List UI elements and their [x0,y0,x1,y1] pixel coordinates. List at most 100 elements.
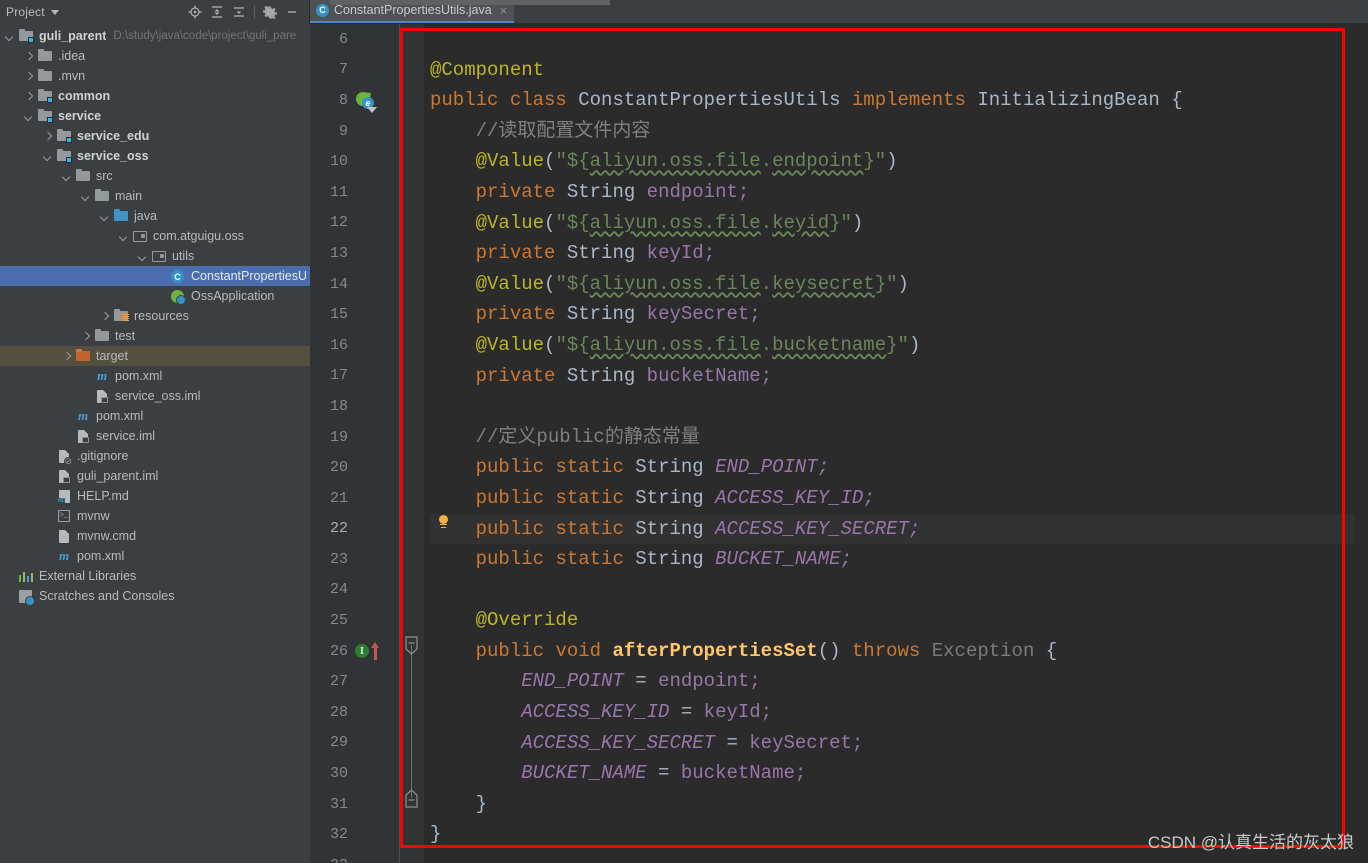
gutter-line-29[interactable]: 29 [310,728,399,759]
code-line-9[interactable]: //读取配置文件内容 [430,116,1355,147]
settings-gear-icon[interactable] [259,2,281,22]
gutter-line-22[interactable]: 22 [310,514,399,545]
gutter-line-30[interactable]: 30 [310,758,399,789]
code-line-29[interactable]: ACCESS_KEY_SECRET = keySecret; [430,728,1355,759]
tree-item-pom-xml[interactable]: m pom.xml [0,366,310,386]
gutter-line-12[interactable]: 12 [310,208,399,239]
tree-item-service-edu[interactable]: service_edu [0,126,310,146]
code-line-12[interactable]: @Value("${aliyun.oss.file.keyid}") [430,208,1355,239]
chevron-down-icon[interactable] [61,171,72,182]
editor-gutter[interactable]: 6 7 8 e 9 10 11 12 13 14 15 16 17 18 19 20 21 22 23 24 25 26 I… [310,24,400,863]
lightbulb-icon[interactable] [437,514,450,531]
code-line-14[interactable]: @Value("${aliyun.oss.file.keysecret}") [430,269,1355,300]
code-line-18[interactable] [430,391,1355,422]
tree-item-service-oss-iml[interactable]: service_oss.iml [0,386,310,406]
tree-item-utils[interactable]: utils [0,246,310,266]
collapse-all-icon[interactable] [228,2,250,22]
close-icon[interactable]: × [500,4,508,17]
tree-item-mvn[interactable]: .mvn [0,66,310,86]
gutter-line-8[interactable]: 8e [310,85,399,116]
tree-item-guli-parent-iml[interactable]: guli_parent.iml [0,466,310,486]
tree-item-target[interactable]: target [0,346,310,366]
code-line-8[interactable]: public class ConstantPropertiesUtils imp… [430,85,1355,116]
tree-item-com-atguigu-oss[interactable]: com.atguigu.oss [0,226,310,246]
gutter-line-27[interactable]: 27 [310,666,399,697]
gutter-line-9[interactable]: 9 [310,116,399,147]
code-folding-strip[interactable] [400,24,424,863]
chevron-down-icon[interactable] [42,151,53,162]
chevron-right-icon[interactable] [61,351,72,362]
tree-item-common[interactable]: common [0,86,310,106]
code-line-22[interactable]: public static String ACCESS_KEY_SECRET; [430,513,1355,545]
gutter-line-13[interactable]: 13 [310,238,399,269]
tree-item-external-libraries[interactable]: External Libraries [0,566,310,586]
gutter-line-20[interactable]: 20 [310,452,399,483]
code-line-25[interactable]: @Override [430,605,1355,636]
tree-item-mvnw[interactable]: >_ mvnw [0,506,310,526]
code-line-16[interactable]: @Value("${aliyun.oss.file.bucketname}") [430,330,1355,361]
gutter-line-26[interactable]: 26 I [310,636,399,667]
code-line-17[interactable]: private String bucketName; [430,361,1355,392]
tree-item-service-iml[interactable]: service.iml [0,426,310,446]
project-tree[interactable]: guli_parent D:\study\java\code\project\gu… [0,24,310,863]
code-line-26[interactable]: public void afterPropertiesSet() throws … [430,636,1355,667]
spring-bean-icon[interactable]: e [354,89,377,114]
gutter-line-32[interactable]: 32 [310,819,399,850]
implementing-method-icon[interactable]: I [354,640,379,662]
fold-collapse-method-icon[interactable] [403,636,420,656]
code-line-23[interactable]: public static String BUCKET_NAME; [430,544,1355,575]
code-line-31[interactable]: } [430,789,1355,820]
tree-item-constantpropertiesutils[interactable]: C ConstantPropertiesUtils [0,266,310,286]
tree-item-gitignore[interactable]: .gitignore [0,446,310,466]
tree-item-guli-parent[interactable]: guli_parent D:\study\java\code\project\gu… [0,26,310,46]
code-line-11[interactable]: private String endpoint; [430,177,1355,208]
gutter-line-15[interactable]: 15 [310,299,399,330]
gutter-line-19[interactable]: 19 [310,422,399,453]
tree-item-main[interactable]: main [0,186,310,206]
tool-window-title[interactable]: Project [6,5,45,19]
minimize-icon[interactable] [281,2,303,22]
code-line-28[interactable]: ACCESS_KEY_ID = keyId; [430,697,1355,728]
chevron-right-icon[interactable] [23,51,34,62]
tree-item-scratches-and-consoles[interactable]: Scratches and Consoles [0,586,310,606]
code-line-7[interactable]: @Component [430,55,1355,86]
tree-item-java[interactable]: java [0,206,310,226]
chevron-down-icon[interactable] [118,231,129,242]
chevron-right-icon[interactable] [80,331,91,342]
fold-collapse-end-icon[interactable] [403,789,420,808]
tree-item-src[interactable]: src [0,166,310,186]
tree-item-help-md[interactable]: MD HELP.md [0,486,310,506]
chevron-down-icon[interactable] [137,251,148,262]
chevron-right-icon[interactable] [99,311,110,322]
chevron-down-icon[interactable] [99,211,110,222]
gutter-line-17[interactable]: 17 [310,361,399,392]
gutter-line-7[interactable]: 7 [310,55,399,86]
chevron-down-icon[interactable] [4,31,15,42]
gutter-line-28[interactable]: 28 [310,697,399,728]
code-line-27[interactable]: END_POINT = endpoint; [430,666,1355,697]
horizontal-scrollbar[interactable] [330,0,610,5]
tree-item-pom-xml[interactable]: m pom.xml [0,406,310,426]
tree-item-pom-xml[interactable]: m pom.xml [0,546,310,566]
gutter-line-16[interactable]: 16 [310,330,399,361]
gutter-line-14[interactable]: 14 [310,269,399,300]
gutter-line-33[interactable]: 33 [310,850,399,863]
code-line-15[interactable]: private String keySecret; [430,299,1355,330]
chevron-down-icon[interactable] [80,191,91,202]
locate-icon[interactable] [184,2,206,22]
code-line-6[interactable] [430,24,1355,55]
tree-item-service-oss[interactable]: service_oss [0,146,310,166]
gutter-line-24[interactable]: 24 [310,575,399,606]
code-content[interactable]: @Component public class ConstantPropertie… [424,24,1355,863]
gutter-line-31[interactable]: 31 [310,789,399,820]
gutter-line-23[interactable]: 23 [310,544,399,575]
code-line-30[interactable]: BUCKET_NAME = bucketName; [430,758,1355,789]
gutter-line-11[interactable]: 11 [310,177,399,208]
tree-item-service[interactable]: service [0,106,310,126]
chevron-down-icon[interactable] [50,9,59,15]
tree-item-resources[interactable]: resources [0,306,310,326]
editor-scrollbar[interactable] [1355,24,1368,863]
code-line-20[interactable]: public static String END_POINT; [430,452,1355,483]
code-line-21[interactable]: public static String ACCESS_KEY_ID; [430,483,1355,514]
gutter-line-21[interactable]: 21 [310,483,399,514]
